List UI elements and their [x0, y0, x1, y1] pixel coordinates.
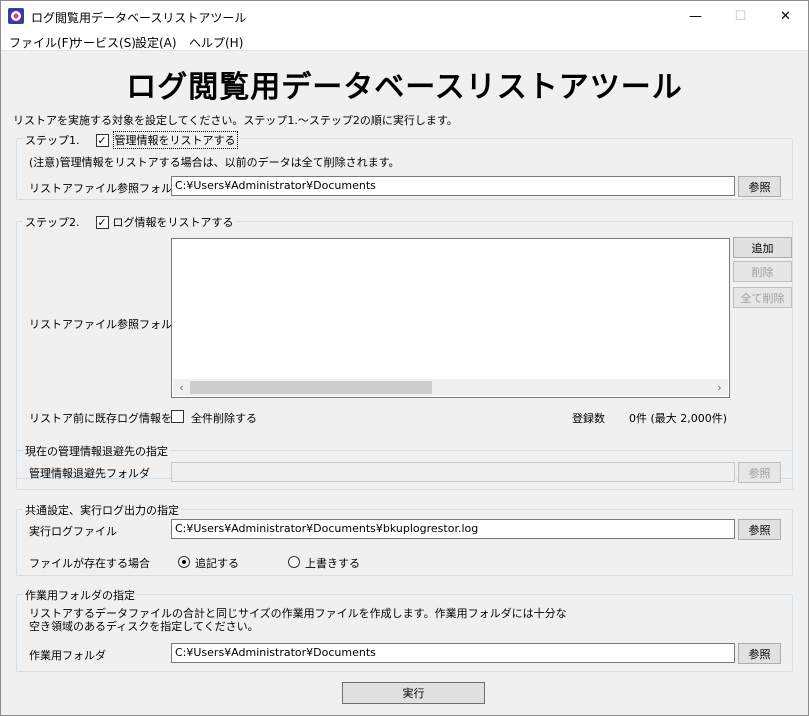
common-legend: 共通設定、実行ログ出力の指定 — [23, 502, 181, 518]
backup-legend: 現在の管理情報退避先の指定 — [23, 443, 170, 459]
page-title: ログ閲覧用データベースリストアツール — [126, 70, 683, 105]
work-group: 作業用フォルダの指定 リストアするデータファイルの合計と同じサイズの作業用ファイ… — [16, 587, 793, 672]
main-panel: ログ閲覧用データベースリストアツール リストアを実施する対象を設定してください。… — [1, 52, 808, 715]
count-value: 0件 (最大 2,000件) — [629, 412, 728, 425]
work-folder-label: 作業用フォルダ — [29, 649, 106, 662]
work-legend: 作業用フォルダの指定 — [23, 587, 137, 603]
append-label[interactable]: 追記する — [195, 555, 239, 571]
step2-folder-list[interactable]: ‹ › — [171, 238, 730, 398]
step1-browse-button[interactable]: 参照 — [738, 176, 781, 197]
work-browse-button[interactable]: 参照 — [738, 643, 781, 664]
scroll-right-icon[interactable]: › — [711, 379, 728, 396]
add-folder-button[interactable]: 追加 — [733, 237, 792, 258]
work-desc-line2: 空き領域のあるディスクを指定してください。 — [29, 620, 259, 633]
step1-legend: ステップ1. 管理情報をリストアする — [23, 131, 240, 149]
menu-settings[interactable]: 設定(A) — [135, 34, 177, 51]
step2-folder-label: リストアファイル参照フォルダ — [29, 318, 183, 331]
file-exists-label: ファイルが存在する場合 — [29, 557, 150, 570]
scroll-thumb[interactable] — [190, 381, 432, 394]
menu-bar: ファイル(F) サービス(S) 設定(A) ヘルプ(H) — [1, 31, 808, 51]
step1-folder-input[interactable]: C:¥Users¥Administrator¥Documents — [171, 176, 735, 196]
title-bar: ログ閲覧用データベースリストアツール — ☐ ✕ — [1, 1, 808, 31]
count-label: 登録数 — [572, 412, 605, 425]
common-group: 共通設定、実行ログ出力の指定 実行ログファイル C:¥Users¥Adminis… — [16, 502, 793, 576]
backup-folder-label: 管理情報退避先フォルダ — [29, 467, 150, 480]
step1-note: (注意)管理情報をリストアする場合は、以前のデータは全て削除されます。 — [29, 156, 400, 169]
append-radio[interactable] — [178, 556, 190, 568]
step1-checkbox-label[interactable]: 管理情報をリストアする — [112, 131, 238, 149]
overwrite-label[interactable]: 上書きする — [305, 555, 360, 571]
step2-legend: ステップ2. ログ情報をリストアする — [23, 214, 236, 230]
minimize-button[interactable]: — — [673, 1, 718, 31]
backup-folder-input[interactable] — [171, 462, 735, 482]
maximize-button[interactable]: ☐ — [718, 1, 763, 31]
log-file-label: 実行ログファイル — [29, 525, 117, 538]
close-button[interactable]: ✕ — [763, 1, 808, 31]
step1-label: ステップ1. — [25, 134, 80, 147]
window-title: ログ閲覧用データベースリストアツール — [31, 11, 247, 25]
delete-existing-label: リストア前に既存ログ情報を — [29, 412, 172, 425]
step1-checkbox[interactable] — [95, 133, 109, 147]
scroll-left-icon[interactable]: ‹ — [173, 379, 190, 396]
log-browse-button[interactable]: 参照 — [738, 519, 781, 540]
step1-folder-label: リストアファイル参照フォルダ — [29, 182, 183, 195]
step2-group: ステップ2. ログ情報をリストアする リストアファイル参照フォルダ ‹ › 追加… — [16, 214, 793, 479]
delete-all-checkbox[interactable] — [171, 410, 184, 423]
execute-button[interactable]: 実行 — [342, 682, 485, 704]
backup-group: 現在の管理情報退避先の指定 管理情報退避先フォルダ 参照 — [16, 443, 793, 490]
work-folder-input[interactable]: C:¥Users¥Administrator¥Documents — [171, 643, 735, 663]
app-window: ログ閲覧用データベースリストアツール — ☐ ✕ ファイル(F) サービス(S)… — [0, 0, 809, 716]
step1-group: ステップ1. 管理情報をリストアする (注意)管理情報をリストアする場合は、以前… — [16, 131, 793, 200]
instruction-text: リストアを実施する対象を設定してください。ステップ1.〜ステップ2の順に実行しま… — [13, 114, 458, 127]
delete-all-label[interactable]: 全件削除する — [191, 410, 257, 426]
remove-all-button[interactable]: 全て削除 — [733, 287, 792, 308]
step2-checkbox[interactable] — [95, 215, 109, 229]
backup-browse-button[interactable]: 参照 — [738, 462, 781, 483]
overwrite-radio[interactable] — [288, 556, 300, 568]
step2-label: ステップ2. — [25, 216, 80, 229]
step2-checkbox-label[interactable]: ログ情報をリストアする — [113, 214, 234, 230]
menu-service[interactable]: サービス(S) — [71, 34, 136, 51]
menu-help[interactable]: ヘルプ(H) — [189, 34, 243, 51]
step2-hscrollbar[interactable]: ‹ › — [173, 379, 728, 396]
app-icon — [8, 8, 24, 24]
menu-file[interactable]: ファイル(F) — [9, 34, 73, 51]
log-file-input[interactable]: C:¥Users¥Administrator¥Documents¥bkuplog… — [171, 519, 735, 539]
remove-folder-button[interactable]: 削除 — [733, 261, 792, 282]
